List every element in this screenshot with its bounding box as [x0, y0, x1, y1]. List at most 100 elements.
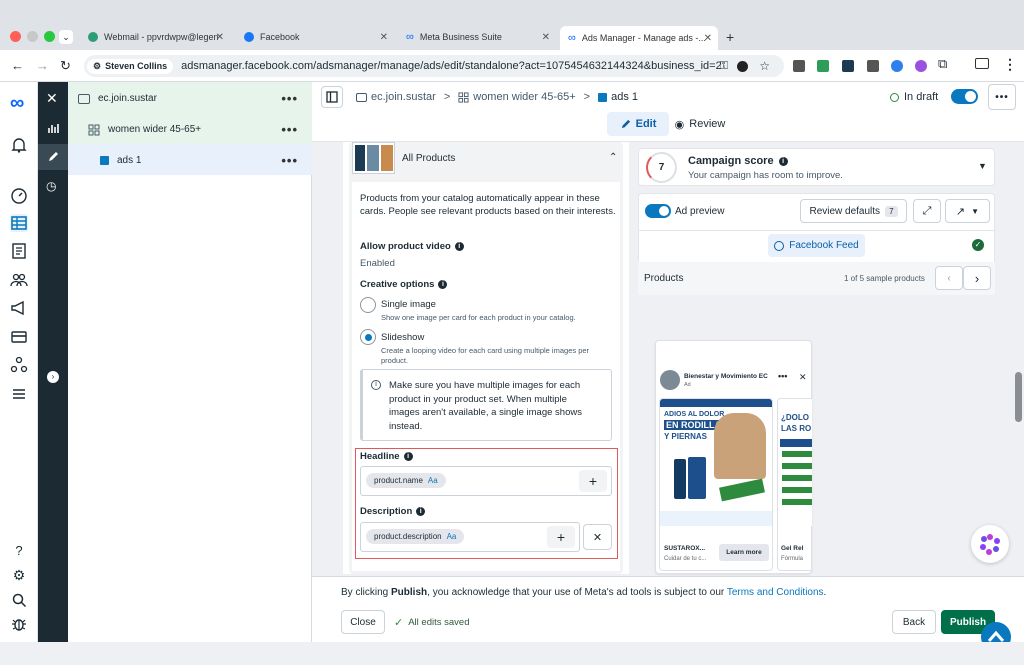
breadcrumb-adset[interactable]: women wider 45-65+	[473, 91, 575, 103]
extension-icon[interactable]	[891, 60, 903, 72]
reports-icon[interactable]	[10, 242, 28, 260]
bookmark-star-icon[interactable]: ☆	[759, 59, 770, 73]
close-window-button[interactable]	[10, 31, 21, 42]
ad-preview-toggle[interactable]	[645, 204, 671, 218]
ad-on-off-toggle[interactable]	[951, 89, 978, 104]
carousel-card[interactable]: ¿DOLO LAS RO Gel Rel Fórmula	[777, 398, 812, 571]
review-tab[interactable]: ◉ Review	[670, 112, 730, 136]
add-description-button[interactable]: +	[547, 526, 575, 548]
events-manager-icon[interactable]	[10, 356, 28, 374]
browser-menu-icon[interactable]: ⋮	[1003, 56, 1017, 73]
page-scrollbar-thumb[interactable]	[1015, 372, 1022, 422]
expand-arrow-icon[interactable]: ›	[47, 371, 59, 383]
breadcrumb-campaign[interactable]: ec.join.sustar	[371, 91, 436, 103]
description-input[interactable]: product.description Aa +	[360, 522, 580, 552]
ad-more-button[interactable]: •••	[281, 153, 298, 168]
single-image-radio[interactable]	[360, 297, 376, 313]
carousel-card[interactable]: ADIOS AL DOLOR EN RODILLAS Y PIERNAS SUS…	[659, 398, 773, 571]
back-arrow-icon[interactable]: ←	[11, 58, 24, 73]
tab-list-button[interactable]: ⌄	[59, 30, 73, 44]
profile-chip[interactable]: ⚙ Steven Collins	[87, 58, 174, 74]
edit-pencil-button[interactable]	[38, 144, 68, 170]
billing-card-icon[interactable]	[10, 328, 28, 346]
ai-assistant-button[interactable]	[971, 525, 1009, 563]
tree-row-adset[interactable]: women wider 45-65+ •••	[68, 114, 312, 145]
new-tab-button[interactable]: +	[726, 29, 734, 45]
expand-score-icon[interactable]: ▼	[978, 161, 987, 171]
settings-gear-icon[interactable]: ⚙	[10, 567, 28, 585]
forward-arrow-icon[interactable]: →	[36, 58, 49, 73]
extension-icon[interactable]	[867, 60, 879, 72]
info-icon[interactable]: i	[403, 452, 413, 461]
close-tab-icon[interactable]: ✕	[542, 32, 550, 43]
tab-ads-manager[interactable]: ∞ Ads Manager - Manage ads -... ✕	[560, 26, 718, 50]
text-transform-badge: Aa	[446, 532, 457, 541]
bug-report-icon[interactable]	[10, 615, 28, 633]
slideshow-radio[interactable]	[360, 329, 376, 345]
info-icon[interactable]: i	[438, 280, 448, 289]
minimize-window-button[interactable]	[27, 31, 38, 42]
post-more-icon[interactable]: •••	[778, 371, 787, 381]
extension-icon[interactable]	[793, 60, 805, 72]
close-button[interactable]: Close	[341, 610, 385, 634]
campaign-more-button[interactable]: •••	[281, 91, 298, 106]
collapse-chevron-icon[interactable]: ⌃	[609, 152, 617, 163]
adset-more-button[interactable]: •••	[281, 122, 298, 137]
info-icon[interactable]: i	[416, 507, 426, 516]
help-icon[interactable]: ?	[10, 543, 28, 561]
audiences-icon[interactable]	[10, 271, 28, 289]
all-tools-menu-icon[interactable]	[10, 385, 28, 403]
extension-icon[interactable]	[842, 60, 854, 72]
remove-description-button[interactable]: ✕	[583, 524, 612, 550]
info-icon[interactable]: i	[778, 156, 788, 166]
close-tab-icon[interactable]: ✕	[704, 33, 712, 44]
tab-webmail[interactable]: Webmail - ppvrdwpw@legen... ✕	[80, 26, 230, 48]
notifications-bell-icon[interactable]	[10, 136, 28, 154]
edit-tab[interactable]: Edit	[607, 112, 669, 136]
close-tab-icon[interactable]: ✕	[380, 32, 388, 43]
close-tab-icon[interactable]: ✕	[216, 32, 224, 43]
learn-more-button[interactable]: Learn more	[719, 544, 769, 561]
close-tree-icon[interactable]: ✕	[46, 90, 58, 107]
meta-logo-icon[interactable]: ∞	[10, 93, 28, 113]
description-token-chip[interactable]: product.description Aa	[366, 529, 465, 544]
next-product-button[interactable]: ›	[963, 266, 991, 290]
campaign-score-card[interactable]: 7 Campaign score i Your campaign has roo…	[638, 148, 995, 186]
share-dropdown-button[interactable]: ↗ ▼	[945, 199, 990, 223]
address-bar[interactable]: ⚙ Steven Collins adsmanager.facebook.com…	[84, 55, 784, 77]
add-headline-button[interactable]: +	[579, 470, 607, 492]
slideshow-desc: Create a looping video for each card usi…	[381, 346, 590, 365]
tree-row-campaign[interactable]: ec.join.sustar •••	[68, 83, 312, 114]
dashboard-gauge-icon[interactable]	[10, 187, 28, 205]
tab-meta-business-suite[interactable]: ∞ Meta Business Suite ✕	[398, 26, 556, 48]
camera-icon[interactable]	[975, 58, 989, 69]
placement-facebook-feed[interactable]: Facebook Feed	[768, 234, 865, 257]
review-defaults-button[interactable]: Review defaults 7	[800, 199, 907, 223]
search-icon[interactable]	[10, 591, 28, 609]
tab-facebook[interactable]: Facebook ✕	[236, 26, 394, 48]
extension-icon[interactable]	[817, 60, 829, 72]
fullscreen-expand-icon[interactable]: ⤢	[913, 199, 941, 223]
header-more-button[interactable]: •••	[988, 84, 1016, 110]
megaphone-icon[interactable]	[10, 299, 28, 317]
maximize-window-button[interactable]	[44, 31, 55, 42]
tree-row-ad[interactable]: ads 1 •••	[68, 145, 312, 176]
puzzle-extensions-icon[interactable]: ⧉	[938, 56, 947, 72]
ads-manager-table-icon[interactable]	[10, 214, 28, 232]
previous-product-button[interactable]: ‹	[935, 266, 963, 290]
headline-input[interactable]: product.name Aa +	[360, 466, 612, 496]
history-clock-icon[interactable]: ◷	[46, 179, 56, 193]
card-subtitle: Fórmula	[781, 556, 804, 562]
headline-token-chip[interactable]: product.name Aa	[366, 473, 446, 488]
facebook-icon[interactable]	[737, 60, 748, 72]
back-button[interactable]: Back	[892, 610, 936, 634]
chart-icon[interactable]	[47, 122, 59, 134]
reload-icon[interactable]: ↻	[60, 58, 71, 74]
post-close-icon[interactable]: ✕	[799, 372, 807, 383]
info-icon[interactable]: i	[454, 242, 464, 251]
key-icon[interactable]: ⚿	[720, 60, 728, 73]
toggle-sidebar-button[interactable]	[321, 86, 343, 108]
breadcrumb-ad[interactable]: ads 1	[611, 91, 638, 103]
terms-link[interactable]: Terms and Conditions	[727, 587, 824, 598]
extension-icon[interactable]	[915, 60, 927, 72]
